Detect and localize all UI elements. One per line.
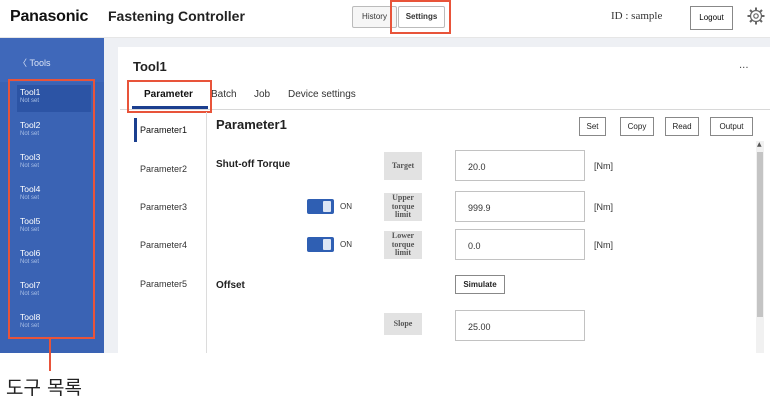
target-label: Target: [384, 152, 422, 180]
offset-heading: Offset: [216, 280, 245, 291]
parameter-list-divider: [206, 112, 207, 353]
lower-torque-input[interactable]: 0.0: [455, 229, 585, 260]
lower-torque-label: Lower torque limit: [384, 231, 422, 259]
parameter-item-4[interactable]: Parameter4: [140, 240, 187, 250]
parameter-item-2[interactable]: Parameter2: [140, 164, 187, 174]
tool-list-caption: 도구 목록: [6, 377, 82, 399]
scrollbar-thumb[interactable]: [757, 152, 763, 317]
slope-label: Slope: [384, 313, 422, 335]
copy-button[interactable]: Copy: [620, 117, 654, 136]
lower-torque-unit: [Nm]: [594, 240, 613, 250]
upper-toggle-label: ON: [340, 202, 352, 211]
tool-list-highlight: [8, 79, 95, 339]
parameter-tab-highlight: [127, 80, 212, 113]
set-button[interactable]: Set: [579, 117, 606, 136]
output-button[interactable]: Output: [710, 117, 753, 136]
logout-button[interactable]: Logout: [690, 6, 733, 30]
target-unit: [Nm]: [594, 161, 613, 171]
back-to-tools-link[interactable]: 〈 Tools: [18, 56, 51, 69]
tab-batch[interactable]: Batch: [211, 89, 237, 100]
active-parameter-indicator: [134, 118, 137, 142]
sidebar-header: [0, 38, 104, 82]
read-button[interactable]: Read: [665, 117, 699, 136]
tab-divider: [120, 109, 770, 110]
tab-device-settings[interactable]: Device settings: [288, 89, 356, 100]
lower-limit-toggle[interactable]: [307, 237, 334, 252]
target-input[interactable]: 20.0: [455, 150, 585, 181]
parameter-item-3[interactable]: Parameter3: [140, 202, 187, 212]
simulate-button[interactable]: Simulate: [455, 275, 505, 294]
app-title: Fastening Controller: [108, 8, 245, 24]
upper-torque-label: Upper torque limit: [384, 193, 422, 221]
tab-job[interactable]: Job: [254, 89, 270, 100]
top-bar: Panasonic Fastening Controller History S…: [0, 0, 770, 38]
gear-icon[interactable]: [746, 6, 766, 26]
settings-highlight: [390, 0, 451, 34]
user-id: ID : sample: [611, 10, 663, 22]
scroll-up-arrow-icon[interactable]: ▲: [757, 141, 762, 149]
slope-input[interactable]: 25.00: [455, 310, 585, 341]
upper-torque-unit: [Nm]: [594, 202, 613, 212]
more-menu-icon[interactable]: ...: [739, 60, 749, 71]
app-window: Panasonic Fastening Controller History S…: [0, 0, 770, 403]
shutoff-torque-heading: Shut-off Torque: [216, 159, 291, 170]
parameter-title: Parameter1: [216, 117, 287, 132]
callout-line: [49, 339, 51, 371]
brand-logo: Panasonic: [10, 8, 89, 25]
upper-limit-toggle[interactable]: [307, 199, 334, 214]
upper-torque-input[interactable]: 999.9: [455, 191, 585, 222]
parameter-item-5[interactable]: Parameter5: [140, 279, 187, 289]
parameter-item-1[interactable]: Parameter1: [140, 125, 187, 135]
lower-toggle-label: ON: [340, 240, 352, 249]
page-title: Tool1: [133, 59, 167, 74]
